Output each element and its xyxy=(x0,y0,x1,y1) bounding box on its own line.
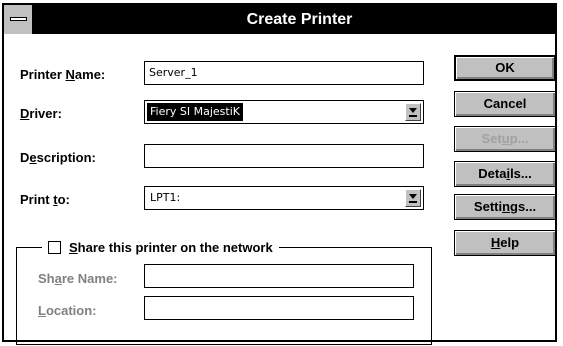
cancel-button[interactable]: Cancel xyxy=(454,91,556,117)
description-field[interactable] xyxy=(144,144,424,168)
print-to-select[interactable]: LPT1: xyxy=(144,186,424,210)
dropdown-arrow-icon[interactable] xyxy=(405,103,421,121)
help-button[interactable]: Help xyxy=(454,230,556,256)
details-button[interactable]: Details... xyxy=(454,161,556,187)
print-to-value: LPT1: xyxy=(150,191,181,204)
create-printer-dialog: Create Printer Printer Name: Server_1 Dr… xyxy=(2,3,557,345)
printer-name-label: Printer Name: xyxy=(20,67,106,82)
description-label: Description: xyxy=(20,150,96,165)
location-label: Location: xyxy=(38,303,97,318)
print-to-label: Print to: xyxy=(20,192,70,207)
settings-button[interactable]: Settings... xyxy=(454,194,556,220)
share-checkbox[interactable] xyxy=(48,240,61,254)
driver-label: Driver: xyxy=(20,106,62,121)
driver-select[interactable]: Fiery SI MajestiK xyxy=(144,100,424,124)
location-field[interactable] xyxy=(144,296,414,320)
printer-name-field[interactable]: Server_1 xyxy=(144,61,424,85)
system-menu-icon[interactable] xyxy=(4,5,34,34)
setup-button[interactable]: Setup... xyxy=(454,126,556,152)
share-name-label: Share Name: xyxy=(38,271,118,286)
title-bar[interactable]: Create Printer xyxy=(4,5,555,34)
window-title: Create Printer xyxy=(246,11,353,28)
share-checkbox-label[interactable]: Share this printer on the network xyxy=(69,240,273,255)
share-checkbox-row[interactable]: Share this printer on the network xyxy=(42,237,279,257)
dropdown-arrow-icon[interactable] xyxy=(405,189,421,207)
driver-value: Fiery SI MajestiK xyxy=(147,103,243,121)
share-name-field[interactable] xyxy=(144,264,414,288)
ok-button[interactable]: OK xyxy=(454,55,556,81)
